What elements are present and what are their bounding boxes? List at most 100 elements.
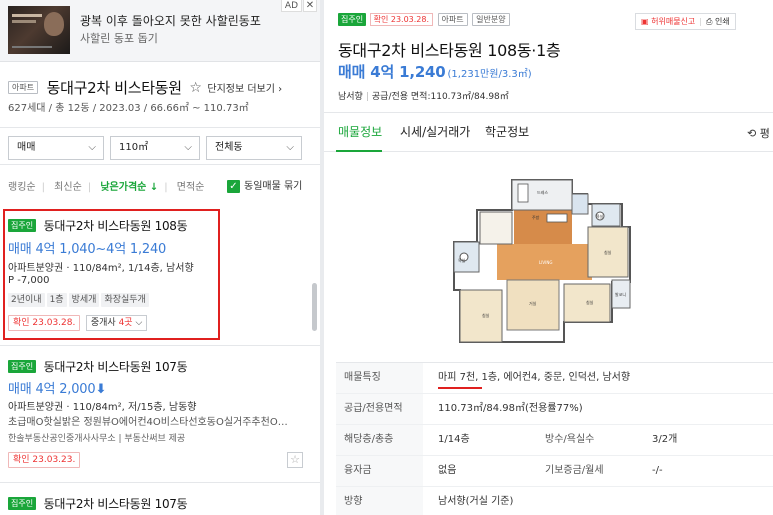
group-same-listings-toggle[interactable]: ✓ 동일매물 묶기 bbox=[227, 177, 302, 193]
ad-banner[interactable]: 광복 이후 돌아오지 못한 사할린동포 사할린 동포 돕기 AD ✕ bbox=[0, 0, 320, 62]
row-value: 110.73㎡/84.98㎡(전용률77%) bbox=[438, 403, 583, 414]
row-label: 방수/욕실수 bbox=[545, 434, 595, 445]
dong-select[interactable]: 전체동 ⌵ bbox=[206, 136, 302, 160]
confirm-date-tag: 확인 23.03.28. bbox=[369, 12, 434, 26]
area-select[interactable]: 110㎡ ⌵ bbox=[110, 136, 200, 160]
complex-more-link[interactable]: 단지정보 더보기 › bbox=[207, 80, 282, 95]
detail-title: 동대구2차 비스타동원 108동·1층 bbox=[338, 41, 561, 60]
listing-title[interactable]: 동대구2차 비스타동원 108동 bbox=[44, 217, 188, 234]
listing-premium: P -7,000 bbox=[8, 275, 50, 286]
row-value: 1/14층 bbox=[438, 434, 470, 445]
tab-school-info[interactable]: 학군정보 bbox=[485, 123, 529, 140]
svg-text:드레스: 드레스 bbox=[537, 189, 548, 195]
detail-actions: ▣ 허위매물신고 | ⎙ 인쇄 bbox=[635, 13, 736, 30]
chip: 2년이내 bbox=[8, 293, 45, 307]
sort-area[interactable]: 면적순 bbox=[177, 178, 205, 193]
broker-label: 중개사 bbox=[90, 318, 119, 328]
ad-label[interactable]: AD bbox=[280, 0, 302, 12]
scrollbar-thumb[interactable] bbox=[312, 283, 317, 331]
owner-badge: 집주인 bbox=[338, 12, 367, 26]
ad-title[interactable]: 광복 이후 돌아오지 못한 사할린동포 bbox=[80, 12, 261, 29]
listing-price: 매매 4억 1,040~4억 1,240 bbox=[8, 242, 167, 257]
detail-price-value: 매매 4억 1,240 bbox=[338, 63, 446, 81]
row-label: 해당층/총층 bbox=[336, 425, 423, 455]
svg-text:침실: 침실 bbox=[482, 312, 490, 318]
property-type-tag: 아파트 bbox=[437, 12, 468, 26]
chip: 1층 bbox=[46, 293, 67, 307]
ad-thumbnail bbox=[8, 6, 70, 54]
owner-badge: 집주인 bbox=[8, 497, 37, 510]
owner-badge: 집주인 bbox=[8, 360, 37, 373]
confirm-date-tag: 확인 23.03.28. bbox=[8, 315, 81, 331]
listing-panel: 광복 이후 돌아오지 못한 사할린동포 사할린 동포 돕기 AD ✕ 아파트 동… bbox=[0, 0, 320, 515]
trade-type-value: 매매 bbox=[17, 142, 36, 153]
svg-text:침실: 침실 bbox=[604, 249, 612, 255]
dong-value: 전체동 bbox=[215, 142, 243, 153]
sort-ranking[interactable]: 랭킹순 bbox=[8, 178, 36, 193]
chip: 방세개 bbox=[68, 293, 100, 307]
listing-chips: 2년이내 1층 방세개 화장실두개 bbox=[8, 292, 151, 307]
tab-price-history[interactable]: 시세/실거래가 bbox=[400, 123, 470, 140]
listing-description: 초급매O핫실밝은 정원뷰O에어컨4O비스타선호동O실거주추천O… bbox=[8, 417, 288, 428]
detail-direction: 남서향 bbox=[338, 92, 363, 102]
checkbox-checked-icon[interactable]: ✓ bbox=[227, 179, 240, 193]
star-icon[interactable]: ☆ bbox=[189, 80, 202, 96]
listing-title[interactable]: 동대구2차 비스타동원 107동 bbox=[44, 358, 188, 375]
detail-area: 공급/전용 면적:110.73㎡/84.98㎡ bbox=[371, 92, 509, 102]
complex-header: 아파트 동대구2차 비스타동원 ☆ 단지정보 더보기 › bbox=[8, 77, 282, 97]
floor-plan-image[interactable]: 침실 침실 침실 거실 LIVING 주방 드레스 욕실 욕실 발코니 bbox=[452, 172, 642, 348]
app-root: 광복 이후 돌아오지 못한 사할린동포 사할린 동포 돕기 AD ✕ 아파트 동… bbox=[0, 0, 773, 515]
group-label: 동일매물 묶기 bbox=[244, 181, 303, 192]
table-row: 공급/전용면적 110.73㎡/84.98㎡(전용률77%) bbox=[336, 394, 773, 425]
row-value: 남서향(거실 기준) bbox=[438, 496, 514, 507]
favorite-star-icon[interactable]: ☆ bbox=[287, 452, 303, 468]
detail-summary: 남서향 | 공급/전용 면적:110.73㎡/84.98㎡ bbox=[338, 92, 509, 102]
complex-name: 동대구2차 비스타동원 bbox=[46, 79, 183, 97]
property-info-table: 매물특징 마피 7천, 1층, 에어컨4, 중문, 인덕션, 남서향 공급/전용… bbox=[336, 362, 773, 515]
listing-info: 아파트분양권 · 110/84m², 저/15층, 남동향 bbox=[8, 402, 197, 413]
chip: 화장실두개 bbox=[101, 293, 149, 307]
sort-latest[interactable]: 최신순 bbox=[54, 178, 82, 193]
report-button[interactable]: ▣ 허위매물신고 bbox=[641, 17, 695, 26]
print-label: 인쇄 bbox=[714, 17, 730, 26]
row-label: 융자금 bbox=[336, 456, 423, 486]
detail-tabs: 매물정보 시세/실거래가 학군정보 ⟲ 평 bbox=[324, 112, 773, 152]
svg-text:발코니: 발코니 bbox=[615, 291, 626, 297]
row-value: 3/2개 bbox=[652, 434, 678, 445]
price-per-pyeong: (1,231만원/3.3㎡) bbox=[447, 69, 532, 80]
active-tab-indicator bbox=[336, 150, 382, 152]
svg-text:욕실: 욕실 bbox=[458, 257, 466, 263]
area-value: 110㎡ bbox=[119, 142, 149, 153]
chevron-down-icon: ⌵ bbox=[135, 318, 143, 328]
sort-lowest-price[interactable]: 낮은가격순 ↓ bbox=[100, 178, 158, 193]
broker-count-button[interactable]: 중개사 4곳 ⌵ bbox=[85, 315, 148, 331]
tab-listing-info[interactable]: 매물정보 bbox=[338, 123, 382, 140]
complex-type-tag: 아파트 bbox=[8, 81, 39, 94]
print-button[interactable]: ⎙ 인쇄 bbox=[706, 17, 730, 26]
broker-count: 4곳 bbox=[118, 318, 133, 328]
row-value: 없음 bbox=[438, 465, 457, 476]
confirm-date-tag: 확인 23.03.23. bbox=[8, 452, 81, 468]
table-row: 융자금 없음 기보증금/월세 -/- bbox=[336, 456, 773, 487]
feature-underline bbox=[438, 387, 482, 389]
listing-info: 아파트분양권 · 110/84m², 1/14층, 남서향 bbox=[8, 263, 194, 274]
price-down-arrow-icon: ⬇ bbox=[95, 382, 107, 397]
ad-subtitle: 사할린 동포 돕기 bbox=[80, 32, 158, 45]
svg-text:침실: 침실 bbox=[586, 299, 594, 305]
chevron-down-icon: ⌵ bbox=[286, 142, 294, 153]
divider bbox=[0, 345, 320, 346]
chevron-down-icon: ⌵ bbox=[88, 142, 96, 153]
close-icon[interactable]: ✕ bbox=[303, 0, 317, 12]
filter-bar: 매매 ⌵ 110㎡ ⌵ 전체동 ⌵ bbox=[0, 127, 320, 165]
table-row: 매물특징 마피 7천, 1층, 에어컨4, 중문, 인덕션, 남서향 bbox=[336, 363, 773, 394]
trade-type-select[interactable]: 매매 ⌵ bbox=[8, 136, 104, 160]
area-unit-toggle[interactable]: ⟲ 평 bbox=[747, 125, 770, 141]
table-row: 해당층/총층 1/14층 방수/욕실수 3/2개 bbox=[336, 425, 773, 456]
detail-panel: 집주인 확인 23.03.28. 아파트 일반분양 ▣ 허위매물신고 | ⎙ 인쇄 … bbox=[324, 0, 773, 515]
listing-title[interactable]: 동대구2차 비스타동원 107동 bbox=[44, 495, 188, 512]
row-value: -/- bbox=[652, 465, 663, 476]
row-label: 방향 bbox=[336, 487, 423, 515]
svg-text:LIVING: LIVING bbox=[539, 260, 552, 265]
sale-type-tag: 일반분양 bbox=[472, 12, 510, 26]
report-label: 허위매물신고 bbox=[651, 17, 696, 26]
